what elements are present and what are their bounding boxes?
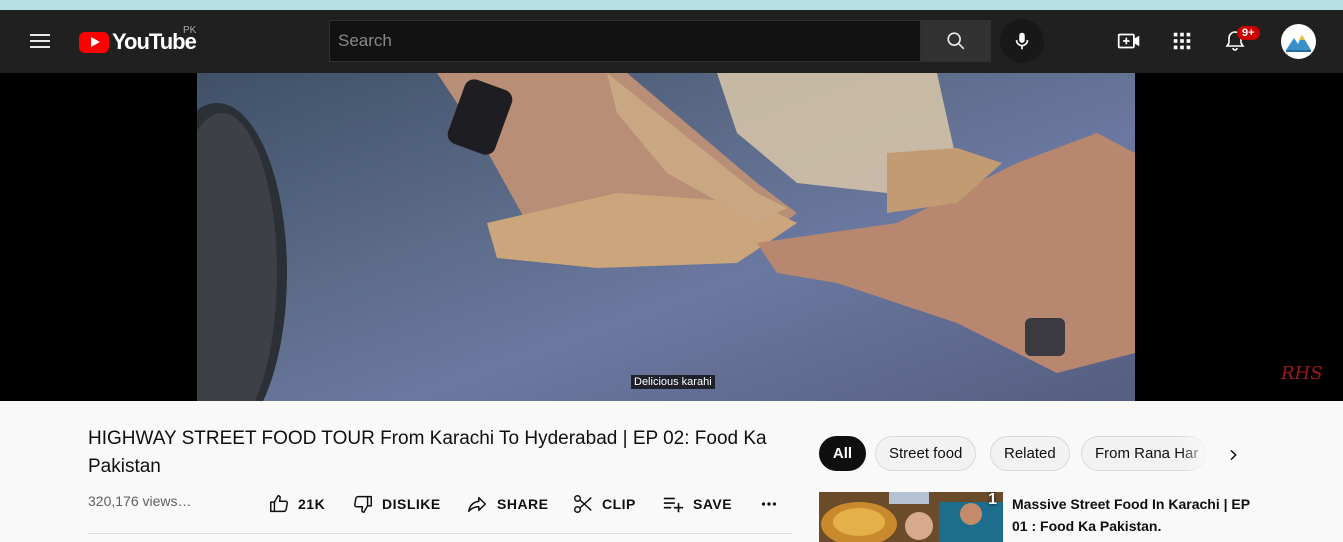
recommendation-title[interactable]: Massive Street Food In Karachi | EP 01 :… [1012,493,1252,537]
apps-grid-icon [1173,32,1191,50]
search-button[interactable] [921,20,991,62]
clip-button[interactable]: CLIP [572,490,636,518]
apps-button[interactable] [1164,23,1200,59]
dislike-button[interactable]: DISLIKE [352,490,441,518]
thumbs-up-icon [270,495,288,513]
thumbnail-image [819,492,1003,542]
menu-icon-line [30,46,50,48]
save-button[interactable]: SAVE [661,490,732,518]
country-code: PK [183,25,197,36]
search-box [329,20,921,62]
notification-badge: 9+ [1237,26,1260,40]
youtube-play-icon [79,31,109,53]
menu-icon-line [30,40,50,42]
clip-label: CLIP [602,496,636,512]
masthead: YouTube PK Search 9+ [0,10,1343,73]
like-count: 21K [298,496,326,512]
closed-caption: Delicious karahi [631,375,715,389]
menu-icon-line [30,34,50,36]
chip-street-food[interactable]: Street food [875,436,977,471]
thumbs-down-icon [354,495,372,513]
create-video-icon [1117,33,1140,49]
save-label: SAVE [693,496,733,512]
voice-search-button[interactable] [1000,19,1044,63]
chevron-right-icon [1230,449,1237,461]
share-label: SHARE [497,496,549,512]
more-actions-button[interactable] [757,490,781,518]
like-button[interactable]: 21K [268,490,325,518]
mountain-logo-icon [1286,35,1311,52]
recommendation-thumbnail[interactable]: 1 [819,492,1003,542]
chip-related[interactable]: Related [990,436,1070,471]
chip-fade [1180,436,1210,471]
search-icon [947,32,965,50]
share-arrow-icon [468,496,486,513]
video-frame[interactable]: Delicious karahi [197,73,1135,401]
create-button[interactable] [1111,23,1147,59]
view-count[interactable]: 320,176 views… [88,493,192,509]
chips-next-button[interactable] [1218,440,1248,470]
chip-all[interactable]: All [819,436,866,471]
divider [88,533,792,534]
thumbnail-episode-number: 1 [988,492,997,508]
microphone-icon [1015,32,1029,50]
guide-menu-button[interactable] [24,30,56,54]
browser-top-strip [0,0,1343,10]
more-horizontal-icon [761,502,777,506]
scissors-icon [574,495,592,513]
avatar[interactable] [1281,24,1316,59]
share-button[interactable]: SHARE [465,490,549,518]
channel-watermark[interactable]: RHS [1281,363,1323,384]
video-player: Delicious karahi RHS [0,73,1343,401]
playlist-add-icon [663,497,684,513]
video-still-food [197,73,1135,401]
video-title: HIGHWAY STREET FOOD TOUR From Karachi To… [88,428,767,477]
youtube-logo[interactable]: YouTube [79,29,197,55]
search-input[interactable] [330,21,920,61]
dislike-label: DISLIKE [382,496,441,512]
